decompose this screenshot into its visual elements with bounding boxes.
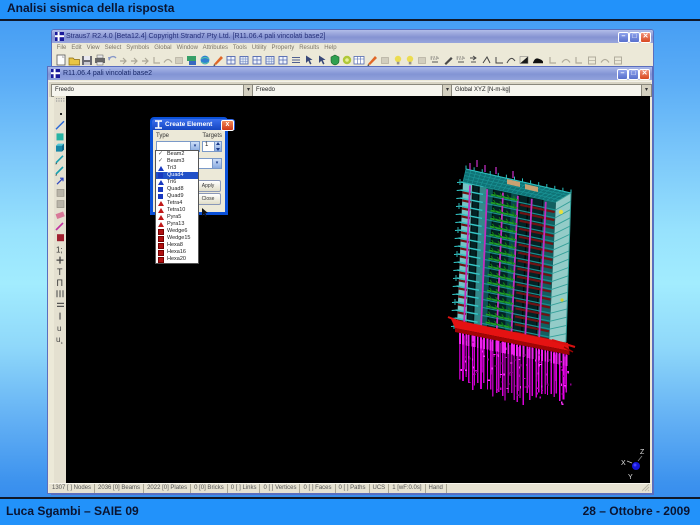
svg-text:1;: 1;: [56, 245, 63, 254]
svg-text:X: X: [621, 460, 626, 467]
svg-text:Z: Z: [640, 449, 645, 456]
svg-text:u¸: u¸: [56, 335, 63, 344]
svg-text:Π: Π: [57, 278, 64, 288]
svg-text:u: u: [57, 324, 61, 333]
svg-text:Y: Y: [628, 474, 633, 481]
svg-text:T: T: [57, 267, 63, 277]
